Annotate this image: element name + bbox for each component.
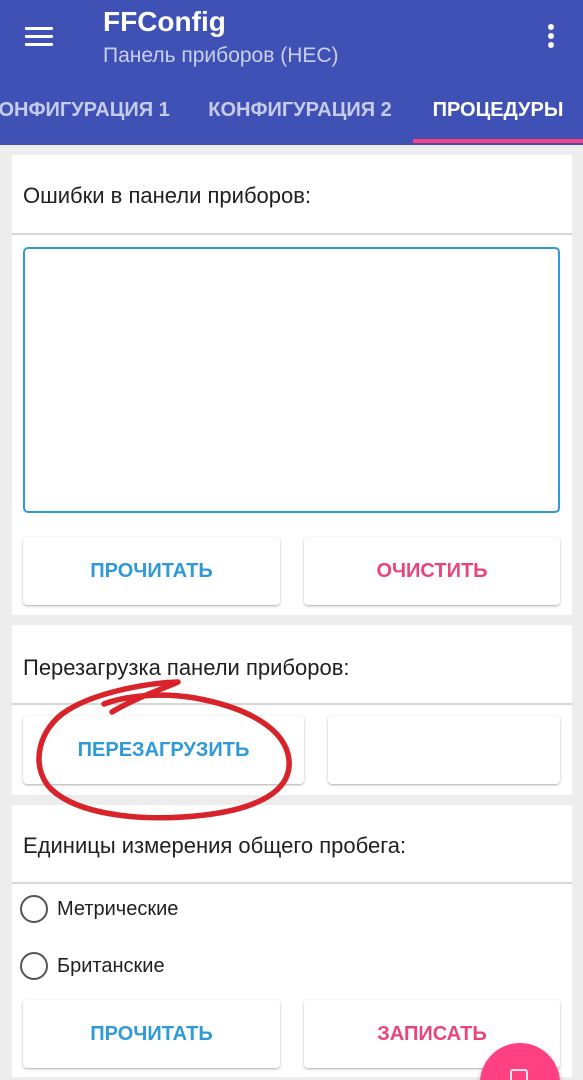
read-errors-button[interactable]: ПРОЧИТАТЬ: [23, 537, 280, 605]
tab-bar: КОНФИГУРАЦИЯ 1 КОНФИГУРАЦИЯ 2 ПРОЦЕДУРЫ: [0, 76, 583, 145]
tab-procedures[interactable]: ПРОЦЕДУРЫ: [413, 76, 583, 145]
reset-card-title: Перезагрузка панели приборов:: [23, 655, 350, 680]
reset-card: Перезагрузка панели приборов: ПЕРЕЗАГРУЗ…: [12, 625, 572, 795]
divider: [12, 703, 572, 705]
divider: [12, 233, 572, 235]
errors-card: Ошибки в панели приборов: ПРОЧИТАТЬ ОЧИС…: [12, 155, 572, 615]
tab-configuration-1[interactable]: КОНФИГУРАЦИЯ 1: [0, 76, 178, 145]
radio-metric-label: Метрические: [57, 898, 179, 920]
units-card: Единицы измерения общего пробега: Метрич…: [12, 805, 572, 1077]
radio-imperial-label: Британские: [57, 955, 165, 977]
empty-button[interactable]: [328, 716, 560, 784]
app-bar: FFConfig Панель приборов (HEC) КОНФИГУРА…: [0, 0, 583, 145]
app-subtitle: Панель приборов (HEC): [103, 44, 339, 67]
more-vert-icon[interactable]: [537, 24, 565, 50]
radio-circle-icon[interactable]: [20, 952, 48, 980]
clear-errors-button[interactable]: ОЧИСТИТЬ: [304, 537, 560, 605]
tab-configuration-2[interactable]: КОНФИГУРАЦИЯ 2: [195, 76, 405, 145]
radio-circle-icon[interactable]: [20, 895, 48, 923]
app-title: FFConfig: [103, 6, 226, 37]
errors-card-title: Ошибки в панели приборов:: [23, 183, 312, 208]
units-card-title: Единицы измерения общего пробега:: [23, 833, 407, 858]
menu-icon[interactable]: [25, 25, 55, 47]
errors-textarea[interactable]: [23, 247, 560, 513]
divider: [12, 882, 572, 884]
read-units-button[interactable]: ПРОЧИТАТЬ: [23, 1000, 280, 1068]
tab-indicator: [413, 139, 583, 143]
fab-glyph-icon: [510, 1069, 528, 1080]
reset-button[interactable]: ПЕРЕЗАГРУЗИТЬ: [23, 716, 304, 784]
